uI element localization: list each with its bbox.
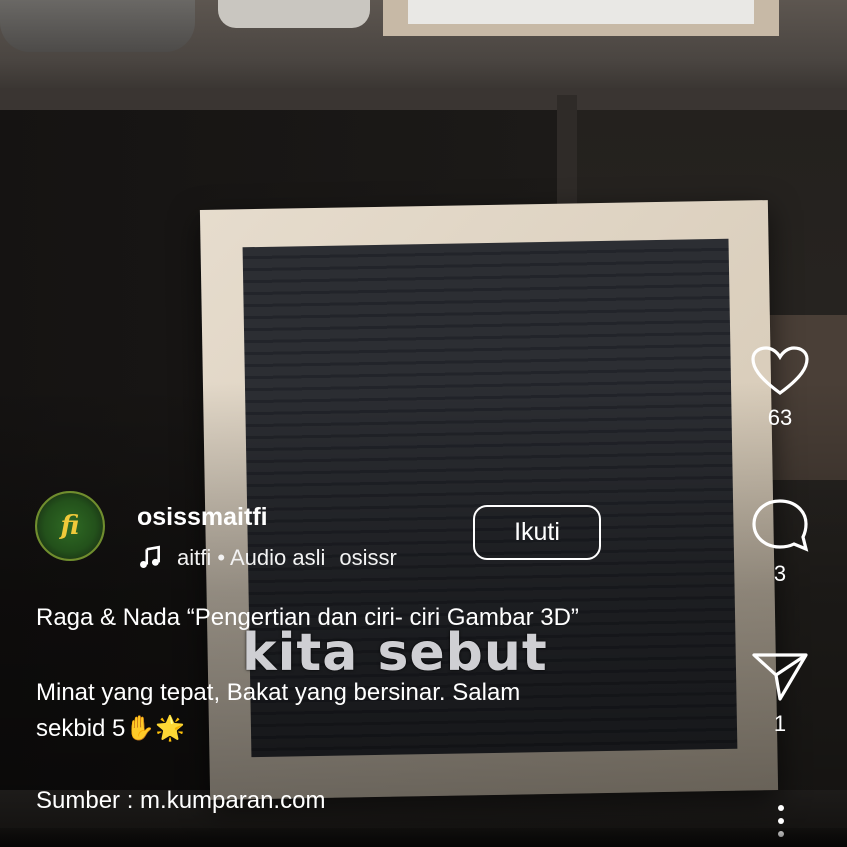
avatar[interactable]: fi xyxy=(35,491,105,561)
bottom-fade xyxy=(0,828,847,847)
comment-icon[interactable] xyxy=(750,497,810,553)
more-dot xyxy=(778,818,784,824)
username[interactable]: osissmaitfi xyxy=(137,503,268,532)
audio-extra: osissr xyxy=(339,545,397,570)
audio-separator: • xyxy=(217,545,226,570)
caption-line-2: Minat yang tepat, Bakat yang bersinar. S… xyxy=(36,679,521,706)
send-icon[interactable] xyxy=(750,649,810,703)
avatar-logo: fi xyxy=(60,511,80,541)
audio-source: aitfi xyxy=(177,545,212,570)
music-note-icon xyxy=(140,545,160,568)
video-overlay-text: kita sebut xyxy=(242,623,548,683)
share-action[interactable]: 1 xyxy=(748,649,812,737)
like-count: 63 xyxy=(767,405,793,430)
caption-line-3: sekbid 5✋🌟 xyxy=(36,715,186,742)
comment-count: 3 xyxy=(773,561,787,586)
follow-button[interactable]: Ikuti xyxy=(473,505,601,560)
audio-info[interactable]: aitfi • Audio asli osissr xyxy=(137,545,397,571)
heart-icon[interactable] xyxy=(750,345,810,397)
share-count: 1 xyxy=(773,711,787,736)
audio-label: Audio asli xyxy=(229,545,326,570)
more-vertical-icon xyxy=(778,805,784,811)
caption-source: Sumber : m.kumparan.com xyxy=(36,787,326,814)
like-action[interactable]: 63 xyxy=(748,345,812,431)
comment-action[interactable]: 3 xyxy=(748,497,812,587)
